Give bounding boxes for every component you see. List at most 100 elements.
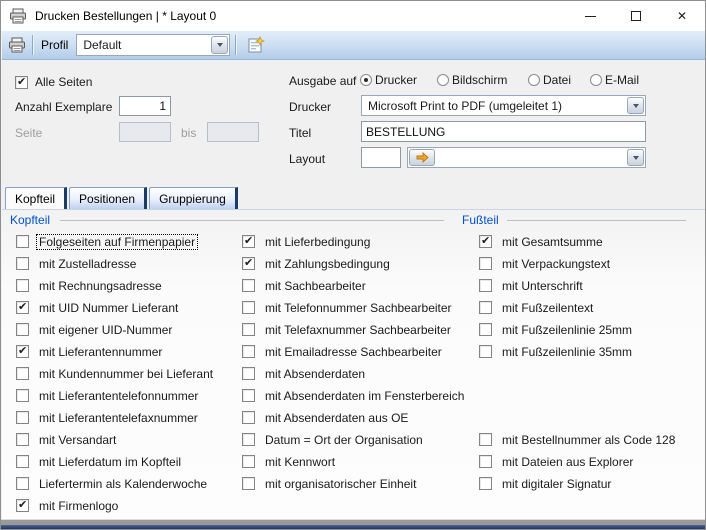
layout-combobox[interactable] <box>407 147 646 168</box>
tab-label: Kopfteil <box>15 192 55 206</box>
checkbox-item[interactable]: mit Fußzeilenlinie 25mm <box>479 322 634 337</box>
radio-bildschirm[interactable]: Bildschirm <box>437 73 507 87</box>
checkbox-unchecked[interactable] <box>16 235 29 248</box>
checkbox-item[interactable]: mit Telefaxnummer Sachbearbeiter <box>242 322 453 337</box>
checkbox-item[interactable]: mit Unterschrift <box>479 278 585 293</box>
checkbox-unchecked[interactable] <box>242 455 255 468</box>
checkbox-item[interactable]: mit Lieferdatum im Kopfteil <box>16 454 183 469</box>
checkbox-item[interactable]: mit Kennwort <box>242 454 337 469</box>
tab-gruppierung[interactable]: Gruppierung <box>149 187 238 209</box>
maximize-button[interactable] <box>613 1 659 31</box>
checkbox-item[interactable]: mit Lieferbedingung <box>242 234 372 249</box>
checkbox-item[interactable]: mit Dateien aus Explorer <box>479 454 635 469</box>
checkbox-item[interactable]: mit Kundennummer bei Lieferant <box>16 366 215 381</box>
checkbox-item[interactable]: mit Lieferantennummer <box>16 344 164 359</box>
checkbox-checked[interactable] <box>16 345 29 358</box>
minimize-button[interactable] <box>567 1 613 31</box>
checkbox-item[interactable]: mit Sachbearbeiter <box>242 278 368 293</box>
profil-dropdown-button[interactable] <box>211 36 228 54</box>
checkbox-item[interactable]: mit digitaler Signatur <box>479 476 613 491</box>
checkbox-item[interactable]: mit organisatorischer Einheit <box>242 476 418 491</box>
checkbox-item[interactable]: mit Gesamtsumme <box>479 234 605 249</box>
profil-combobox[interactable]: Default <box>76 34 230 56</box>
checkbox-checked[interactable] <box>479 235 492 248</box>
checkbox-unchecked[interactable] <box>242 477 255 490</box>
checkbox-item[interactable]: mit Verpackungstext <box>479 256 612 271</box>
layout-dropdown-button[interactable] <box>627 149 644 166</box>
checkbox-item[interactable]: Liefertermin als Kalenderwoche <box>16 476 209 491</box>
checkbox-unchecked[interactable] <box>242 389 255 402</box>
checkbox-item[interactable]: mit Zahlungsbedingung <box>242 256 392 271</box>
checkbox-unchecked[interactable] <box>16 455 29 468</box>
radio-email-circle[interactable] <box>590 74 602 86</box>
titel-input[interactable] <box>361 121 646 142</box>
checkbox-item[interactable]: mit Lieferantentelefaxnummer <box>16 410 200 425</box>
checkbox-item[interactable]: mit Zustelladresse <box>16 256 138 271</box>
checkbox-item[interactable]: Datum = Ort der Organisation <box>242 432 425 447</box>
checkbox-label: mit Lieferantentelefaxnummer <box>37 411 200 425</box>
checkbox-unchecked[interactable] <box>479 345 492 358</box>
drucker-combobox[interactable]: Microsoft Print to PDF (umgeleitet 1) <box>361 95 646 116</box>
checkbox-item[interactable]: mit Lieferantentelefonnummer <box>16 388 200 403</box>
radio-datei[interactable]: Datei <box>528 73 571 87</box>
checkbox-unchecked[interactable] <box>16 433 29 446</box>
drucker-dropdown-button[interactable] <box>627 97 644 114</box>
alle-seiten-option[interactable]: Alle Seiten <box>15 75 92 89</box>
checkbox-item[interactable]: mit Fußzeilentext <box>479 300 595 315</box>
layout-number-input[interactable] <box>361 147 401 168</box>
checkbox-unchecked[interactable] <box>479 323 492 336</box>
tab-label: Positionen <box>79 192 135 206</box>
alle-seiten-checkbox[interactable] <box>15 76 28 89</box>
checkbox-unchecked[interactable] <box>16 389 29 402</box>
checkbox-unchecked[interactable] <box>242 301 255 314</box>
checkbox-item[interactable]: Folgeseiten auf Firmenpapier <box>16 234 197 249</box>
radio-drucker-circle[interactable] <box>360 74 372 86</box>
checkbox-item[interactable]: mit Emailadresse Sachbearbeiter <box>242 344 444 359</box>
checkbox-item[interactable]: mit Absenderdaten <box>242 366 367 381</box>
radio-datei-circle[interactable] <box>528 74 540 86</box>
checkbox-unchecked[interactable] <box>479 279 492 292</box>
checkbox-unchecked[interactable] <box>16 257 29 270</box>
checkbox-item[interactable]: mit Fußzeilenlinie 35mm <box>479 344 634 359</box>
checkbox-unchecked[interactable] <box>479 257 492 270</box>
checkbox-unchecked[interactable] <box>479 477 492 490</box>
radio-email[interactable]: E-Mail <box>590 73 639 87</box>
checkbox-item[interactable]: mit Bestellnummer als Code 128 <box>479 432 677 447</box>
checkbox-item[interactable]: mit Absenderdaten im Fensterbereich <box>242 388 466 403</box>
checkbox-checked[interactable] <box>16 301 29 314</box>
checkbox-unchecked[interactable] <box>16 367 29 380</box>
tab-positionen[interactable]: Positionen <box>69 187 147 209</box>
layout-go-button[interactable] <box>409 149 435 166</box>
checkbox-item[interactable]: mit UID Nummer Lieferant <box>16 300 180 315</box>
checkbox-item[interactable]: mit Firmenlogo <box>16 498 120 513</box>
checkbox-checked[interactable] <box>242 235 255 248</box>
checkbox-checked[interactable] <box>242 257 255 270</box>
checkbox-item[interactable]: mit Versandart <box>16 432 118 447</box>
checkbox-item[interactable]: mit Absenderdaten aus OE <box>242 410 410 425</box>
checkbox-unchecked[interactable] <box>16 323 29 336</box>
checkbox-unchecked[interactable] <box>242 367 255 380</box>
checkbox-unchecked[interactable] <box>242 345 255 358</box>
checkbox-unchecked[interactable] <box>16 411 29 424</box>
checkbox-unchecked[interactable] <box>16 477 29 490</box>
checkbox-unchecked[interactable] <box>479 455 492 468</box>
checkbox-unchecked[interactable] <box>242 323 255 336</box>
close-button[interactable] <box>659 1 705 31</box>
checkbox-unchecked[interactable] <box>242 279 255 292</box>
profil-label: Profil <box>41 38 68 52</box>
checkbox-unchecked[interactable] <box>242 433 255 446</box>
checkbox-item[interactable]: mit Telefonnummer Sachbearbeiter <box>242 300 454 315</box>
tab-kopfteil[interactable]: Kopfteil <box>5 187 67 209</box>
radio-bildschirm-circle[interactable] <box>437 74 449 86</box>
checkbox-unchecked[interactable] <box>242 411 255 424</box>
checkbox-unchecked[interactable] <box>479 301 492 314</box>
print-icon[interactable] <box>7 35 27 55</box>
anzahl-exemplare-input[interactable] <box>119 96 171 116</box>
radio-drucker[interactable]: Drucker <box>360 73 417 87</box>
checkbox-item[interactable]: mit eigener UID-Nummer <box>16 322 174 337</box>
checkbox-checked[interactable] <box>16 499 29 512</box>
profile-properties-icon[interactable] <box>246 35 266 55</box>
checkbox-item[interactable]: mit Rechnungsadresse <box>16 278 164 293</box>
checkbox-unchecked[interactable] <box>16 279 29 292</box>
checkbox-unchecked[interactable] <box>479 433 492 446</box>
